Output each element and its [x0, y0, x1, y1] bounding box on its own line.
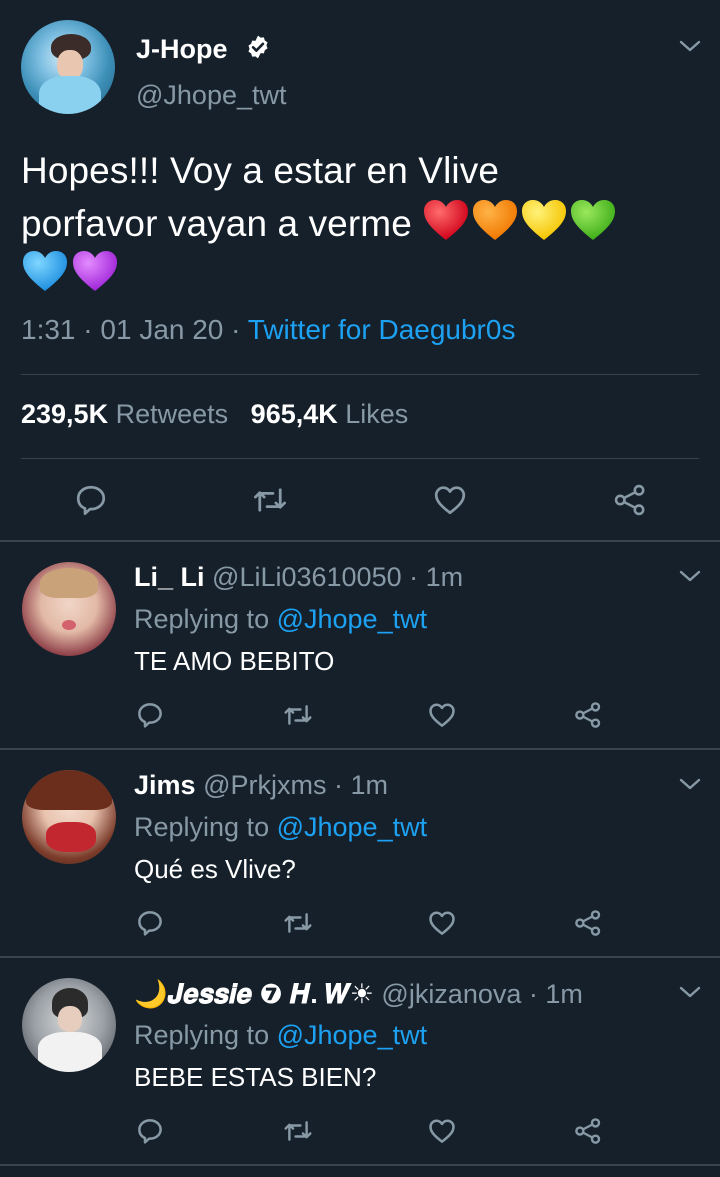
tweet-date: 01 Jan 20 [100, 314, 224, 345]
tweet-time: 1:31 [21, 314, 76, 345]
replying-to: Replying to @Jhope_twt [134, 812, 427, 843]
share-icon[interactable] [573, 908, 603, 938]
replying-to-label: Replying to [134, 604, 277, 634]
replying-to: Replying to @Jhope_twt [134, 604, 427, 635]
retweets-label[interactable]: Retweets [116, 399, 229, 429]
like-icon[interactable] [427, 908, 457, 938]
blue-heart-icon [23, 251, 67, 291]
divider [0, 1164, 720, 1166]
replying-to-link[interactable]: @Jhope_twt [277, 812, 428, 842]
green-heart-icon [571, 200, 616, 240]
divider [0, 748, 720, 750]
share-button[interactable] [573, 1116, 603, 1146]
reply-author-name[interactable]: Li_ Li [134, 562, 205, 592]
retweet-button[interactable] [282, 1116, 314, 1146]
reply-author-handle[interactable]: @Prkjxms · 1m [203, 770, 388, 800]
tweet-text-line2: porfavor vayan a verme [21, 203, 412, 244]
retweets-count[interactable]: 239,5K [21, 399, 108, 429]
reply-author-name[interactable]: 🌙𝑱𝒆𝒔𝒔𝒊𝒆 ❼ 𝑯. 𝑾☀ [134, 979, 374, 1009]
tweet-text: Hopes!!! Voy a estar en Vlive porfavor v… [21, 144, 701, 256]
author-avatar[interactable] [21, 20, 115, 114]
reply-icon[interactable] [135, 908, 165, 938]
divider [0, 956, 720, 958]
chevron-down-icon[interactable] [679, 777, 701, 791]
retweet-button[interactable] [251, 482, 289, 518]
meta-separator: · [75, 314, 101, 345]
share-icon[interactable] [573, 1116, 603, 1146]
reply-header: Li_ Li @LiLi03610050 · 1m [134, 562, 463, 593]
author-name[interactable]: J-Hope [136, 34, 228, 65]
share-icon[interactable] [573, 700, 603, 730]
reply-icon[interactable] [135, 700, 165, 730]
reply-avatar[interactable] [22, 978, 116, 1072]
replying-to-label: Replying to [134, 812, 277, 842]
retweet-icon[interactable] [282, 700, 314, 730]
red-heart-icon [424, 200, 469, 240]
yellow-heart-icon [522, 200, 567, 240]
replying-to-link[interactable]: @Jhope_twt [277, 1020, 428, 1050]
reply-text: TE AMO BEBITO [134, 646, 335, 676]
reply-author-handle[interactable]: @LiLi03610050 · 1m [212, 562, 463, 592]
reply-author-handle[interactable]: @jkizanova · 1m [381, 979, 582, 1009]
hearts-group-1 [422, 198, 618, 256]
tweet-stats: 239,5K Retweets 965,4K Likes [21, 399, 408, 430]
retweet-button[interactable] [282, 700, 314, 730]
reply-button[interactable] [135, 1116, 165, 1146]
chevron-down-icon[interactable] [679, 569, 701, 583]
author-handle[interactable]: @Jhope_twt [136, 80, 287, 111]
reply-header: 🌙𝑱𝒆𝒔𝒔𝒊𝒆 ❼ 𝑯. 𝑾☀ @jkizanova · 1m [134, 978, 583, 1011]
retweet-icon[interactable] [282, 908, 314, 938]
reply-avatar[interactable] [22, 562, 116, 656]
like-button[interactable] [427, 908, 457, 938]
divider [0, 540, 720, 542]
share-button[interactable] [573, 908, 603, 938]
tweet-meta: 1:31 · 01 Jan 20 · Twitter for Daegubr0s [21, 314, 515, 346]
tweet-source-link[interactable]: Twitter for Daegubr0s [248, 314, 516, 345]
share-button[interactable] [612, 482, 648, 518]
orange-heart-icon [473, 200, 518, 240]
reply-icon[interactable] [135, 1116, 165, 1146]
likes-label[interactable]: Likes [345, 399, 408, 429]
like-button[interactable] [432, 482, 468, 518]
like-icon[interactable] [427, 700, 457, 730]
retweet-icon[interactable] [282, 1116, 314, 1146]
meta-separator: · [223, 314, 248, 345]
like-button[interactable] [427, 1116, 457, 1146]
divider [21, 458, 699, 459]
like-icon[interactable] [432, 482, 468, 518]
share-button[interactable] [573, 700, 603, 730]
retweet-button[interactable] [282, 908, 314, 938]
chevron-down-icon[interactable] [679, 39, 701, 53]
reply-button[interactable] [135, 700, 165, 730]
like-button[interactable] [427, 700, 457, 730]
purple-heart-icon [73, 251, 117, 291]
replying-to-label: Replying to [134, 1020, 277, 1050]
retweet-icon[interactable] [251, 482, 289, 518]
reply-button[interactable] [73, 482, 109, 518]
reply-header: Jims @Prkjxms · 1m [134, 770, 388, 801]
reply-icon[interactable] [73, 482, 109, 518]
hearts-group-2 [21, 249, 121, 298]
replying-to-link[interactable]: @Jhope_twt [277, 604, 428, 634]
reply-text: BEBE ESTAS BIEN? [134, 1062, 377, 1092]
like-icon[interactable] [427, 1116, 457, 1146]
divider [21, 374, 699, 375]
reply-button[interactable] [135, 908, 165, 938]
tweet-text-line1: Hopes!!! Voy a estar en Vlive [21, 150, 499, 191]
verified-icon [248, 35, 268, 59]
chevron-down-icon[interactable] [679, 985, 701, 999]
share-icon[interactable] [612, 482, 648, 518]
likes-count[interactable]: 965,4K [251, 399, 338, 429]
reply-avatar[interactable] [22, 770, 116, 864]
replying-to: Replying to @Jhope_twt [134, 1020, 427, 1051]
reply-author-name[interactable]: Jims [134, 770, 196, 800]
reply-text: Qué es Vlive? [134, 854, 296, 884]
